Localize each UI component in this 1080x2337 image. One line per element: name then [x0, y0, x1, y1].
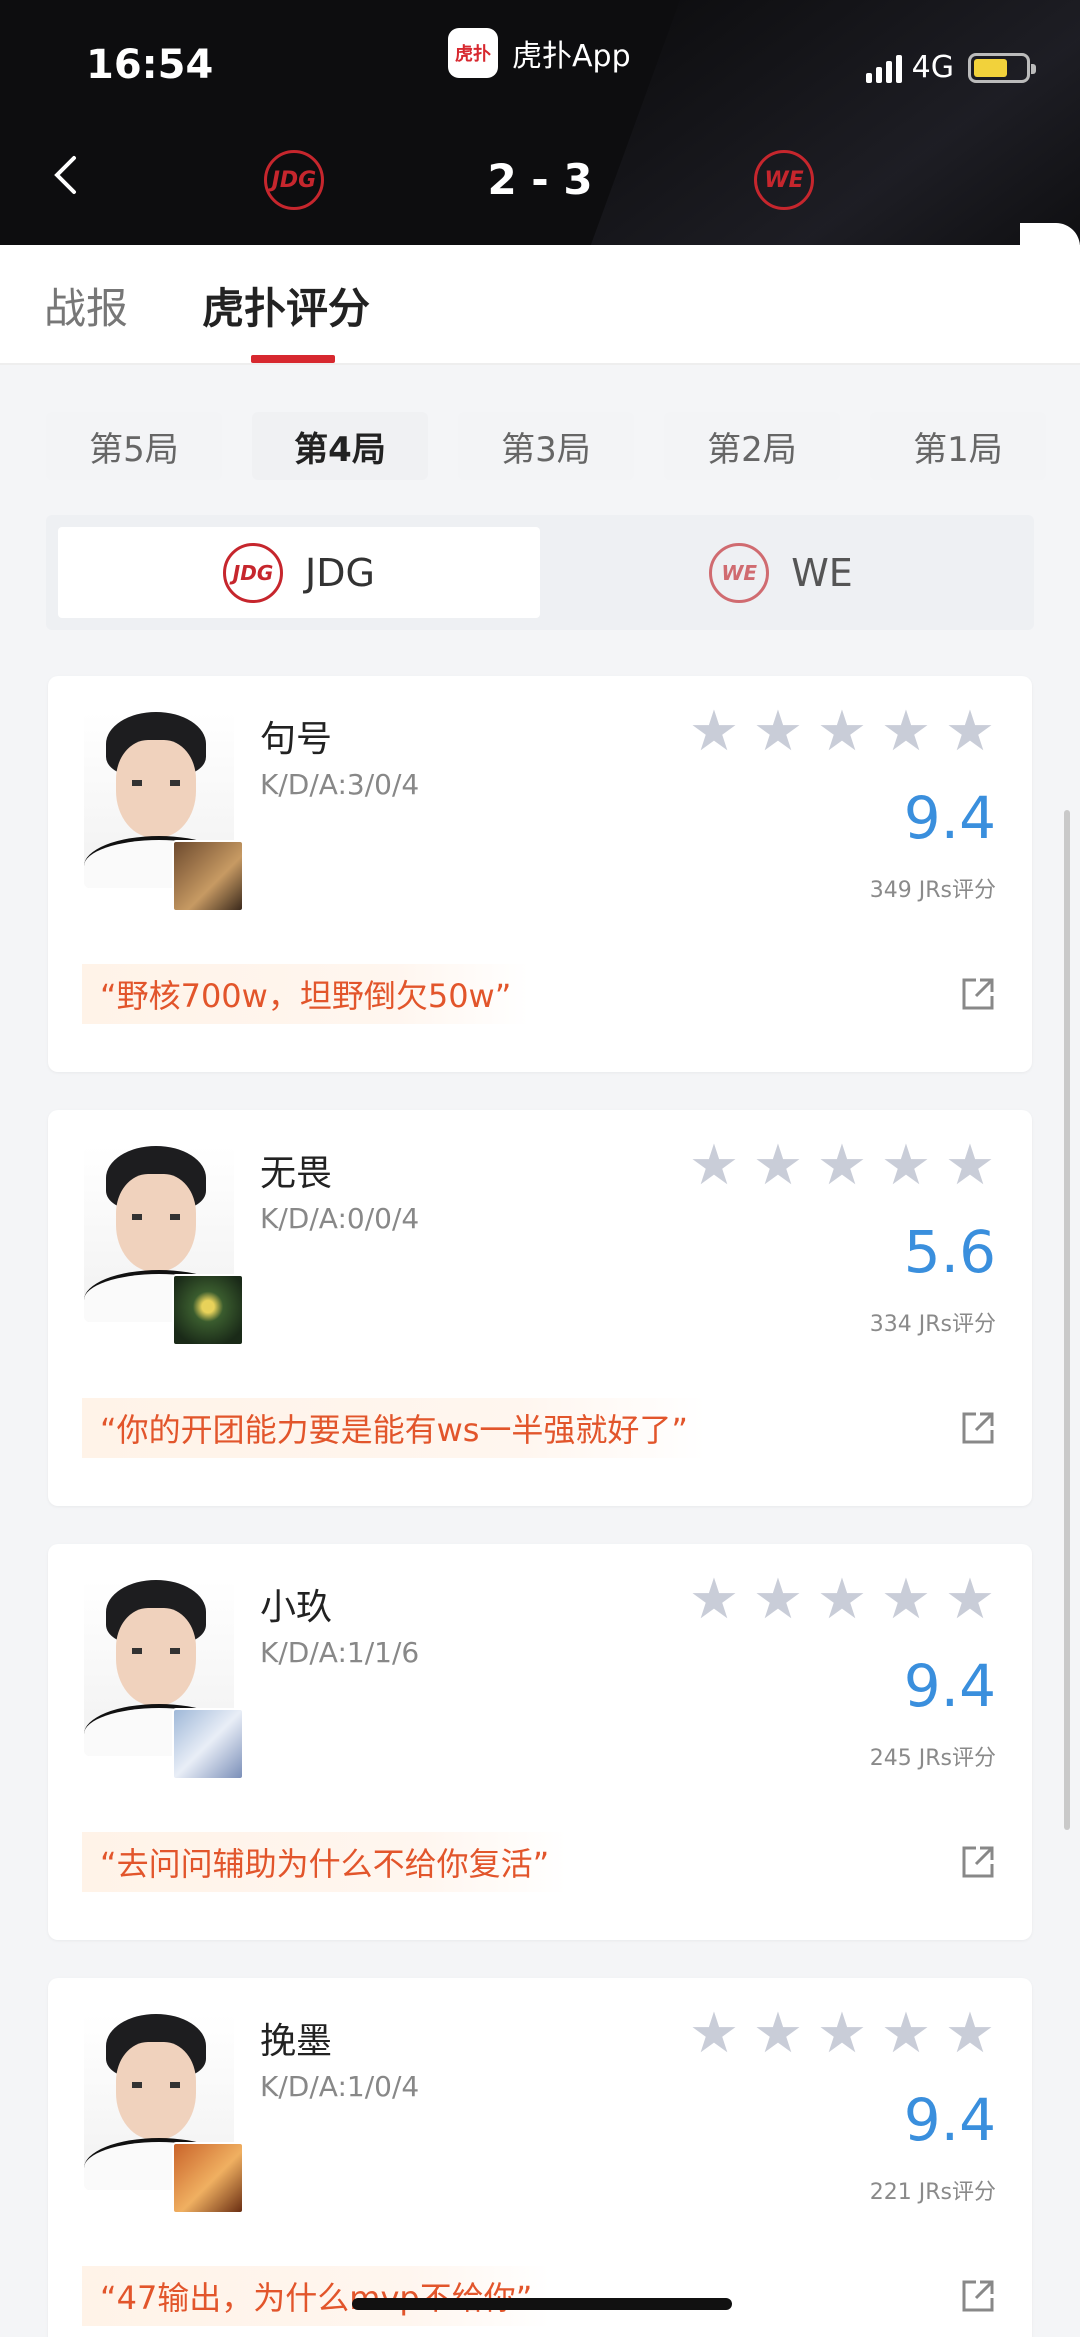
star-icon[interactable]: ★ [752, 704, 804, 760]
share-icon[interactable] [960, 1410, 996, 1446]
network-type: 4G [911, 50, 954, 85]
star-icon[interactable]: ★ [816, 1572, 868, 1628]
hero-icon [172, 2142, 244, 2214]
rating-stars[interactable]: ★ ★ ★ ★ ★ [688, 1138, 996, 1194]
star-icon[interactable]: ★ [880, 1138, 932, 1194]
star-icon[interactable]: ★ [688, 1138, 740, 1194]
player-name: 挽墨 [260, 2021, 333, 2062]
chevron-left-icon [54, 156, 76, 194]
status-indicators: 4G [865, 50, 1036, 85]
away-team-logo[interactable]: WE [754, 150, 814, 210]
star-icon[interactable]: ★ [816, 2006, 868, 2062]
star-icon[interactable]: ★ [688, 1572, 740, 1628]
rating-stars[interactable]: ★ ★ ★ ★ ★ [688, 1572, 996, 1628]
game-2-button[interactable]: 第2局 [664, 412, 840, 480]
top-comment[interactable]: “你的开团能力要是能有ws一半强就好了” [82, 1398, 707, 1458]
star-icon[interactable]: ★ [688, 2006, 740, 2062]
vote-count: 221 JRs评分 [869, 2180, 996, 2205]
vote-count: 349 JRs评分 [869, 878, 996, 903]
tab-active-indicator [251, 355, 335, 363]
vote-count: 334 JRs评分 [869, 1312, 996, 1337]
star-icon[interactable]: ★ [816, 704, 868, 760]
star-icon[interactable]: ★ [944, 1572, 996, 1628]
player-name: 无畏 [260, 1153, 333, 1194]
home-indicator[interactable] [352, 2298, 732, 2310]
star-icon[interactable]: ★ [688, 704, 740, 760]
player-score: 9.4 [903, 2086, 996, 2154]
tab-ratings[interactable]: 虎扑评分 [202, 275, 370, 336]
player-score: 5.6 [903, 1218, 996, 1286]
share-icon[interactable] [960, 976, 996, 1012]
star-icon[interactable]: ★ [880, 1572, 932, 1628]
hero-icon [172, 1274, 244, 1346]
status-time: 16:54 [86, 42, 214, 88]
player-card[interactable]: 句号 K/D/A:3/0/4 ★ ★ ★ ★ ★ 9.4 349 JRs评分 “野核70… [48, 676, 1032, 1072]
team-option-label: WE [791, 550, 853, 595]
star-icon[interactable]: ★ [944, 1138, 996, 1194]
rating-stars[interactable]: ★ ★ ★ ★ ★ [688, 704, 996, 760]
we-logo-icon: WE [709, 542, 770, 603]
game-4-button[interactable]: 第4局 [252, 412, 428, 480]
star-icon[interactable]: ★ [880, 704, 932, 760]
player-kda: K/D/A:1/1/6 [260, 1636, 420, 1669]
game-3-button[interactable]: 第3局 [458, 412, 634, 480]
team-option-jdg[interactable]: JDG JDG [58, 527, 540, 618]
player-card[interactable]: 小玖 K/D/A:1/1/6 ★ ★ ★ ★ ★ 9.4 245 JRs评分 “去问问辅… [48, 1544, 1032, 1940]
star-icon[interactable]: ★ [944, 704, 996, 760]
player-card[interactable]: 挽墨 K/D/A:1/0/4 ★ ★ ★ ★ ★ 9.4 221 JRs评分 “47输出… [48, 1978, 1032, 2337]
player-name: 小玖 [260, 1587, 333, 1628]
star-icon[interactable]: ★ [880, 2006, 932, 2062]
player-kda: K/D/A:0/0/4 [260, 1202, 420, 1235]
team-option-label: JDG [305, 550, 375, 595]
top-comment[interactable]: “去问问辅助为什么不给你复活” [82, 1832, 568, 1892]
vote-count: 245 JRs评分 [869, 1746, 996, 1771]
team-option-we[interactable]: WE WE [540, 527, 1022, 618]
header-decoration [585, 0, 1080, 245]
hero-icon [172, 1708, 244, 1780]
game-5-button[interactable]: 第5局 [46, 412, 222, 480]
star-icon[interactable]: ★ [752, 1138, 804, 1194]
game-selector: 第5局 第4局 第3局 第2局 第1局 [46, 412, 1046, 480]
top-comment[interactable]: “47输出，为什么mvp不给你” [82, 2266, 551, 2326]
rating-stars[interactable]: ★ ★ ★ ★ ★ [688, 2006, 996, 2062]
player-score: 9.4 [903, 1652, 996, 1720]
star-icon[interactable]: ★ [944, 2006, 996, 2062]
player-name: 句号 [260, 719, 333, 760]
player-score: 9.4 [903, 784, 996, 852]
team-switch: JDG JDG WE WE [46, 515, 1034, 630]
star-icon[interactable]: ★ [816, 1138, 868, 1194]
player-kda: K/D/A:3/0/4 [260, 768, 420, 801]
scrollbar[interactable] [1064, 810, 1070, 1830]
signal-icon [865, 53, 902, 83]
back-button[interactable] [52, 155, 88, 195]
hero-icon [172, 840, 244, 912]
match-header: 16:54 虎扑 虎扑App 4G JDG 2 - 3 WE [0, 0, 1080, 245]
jdg-logo-icon: JDG [223, 542, 284, 603]
app-logo: 虎扑 [448, 28, 498, 78]
star-icon[interactable]: ★ [752, 2006, 804, 2062]
tab-bar: 战报 虎扑评分 [0, 223, 1080, 365]
share-icon[interactable] [960, 2278, 996, 2314]
player-card[interactable]: 无畏 K/D/A:0/0/4 ★ ★ ★ ★ ★ 5.6 334 JRs评分 “你的开团… [48, 1110, 1032, 1506]
star-icon[interactable]: ★ [752, 1572, 804, 1628]
home-team-logo[interactable]: JDG [264, 150, 324, 210]
top-comment[interactable]: “野核700w，坦野倒欠50w” [82, 964, 530, 1024]
player-kda: K/D/A:1/0/4 [260, 2070, 420, 2103]
app-logo-text: 虎扑 [455, 44, 491, 65]
app-name: 虎扑App [512, 39, 631, 74]
app-badge: 虎扑 虎扑App [448, 28, 631, 78]
battery-icon [968, 52, 1036, 83]
game-1-button[interactable]: 第1局 [870, 412, 1046, 480]
tab-report[interactable]: 战报 [44, 275, 128, 336]
share-icon[interactable] [960, 1844, 996, 1880]
match-score: 2 - 3 [487, 155, 593, 204]
